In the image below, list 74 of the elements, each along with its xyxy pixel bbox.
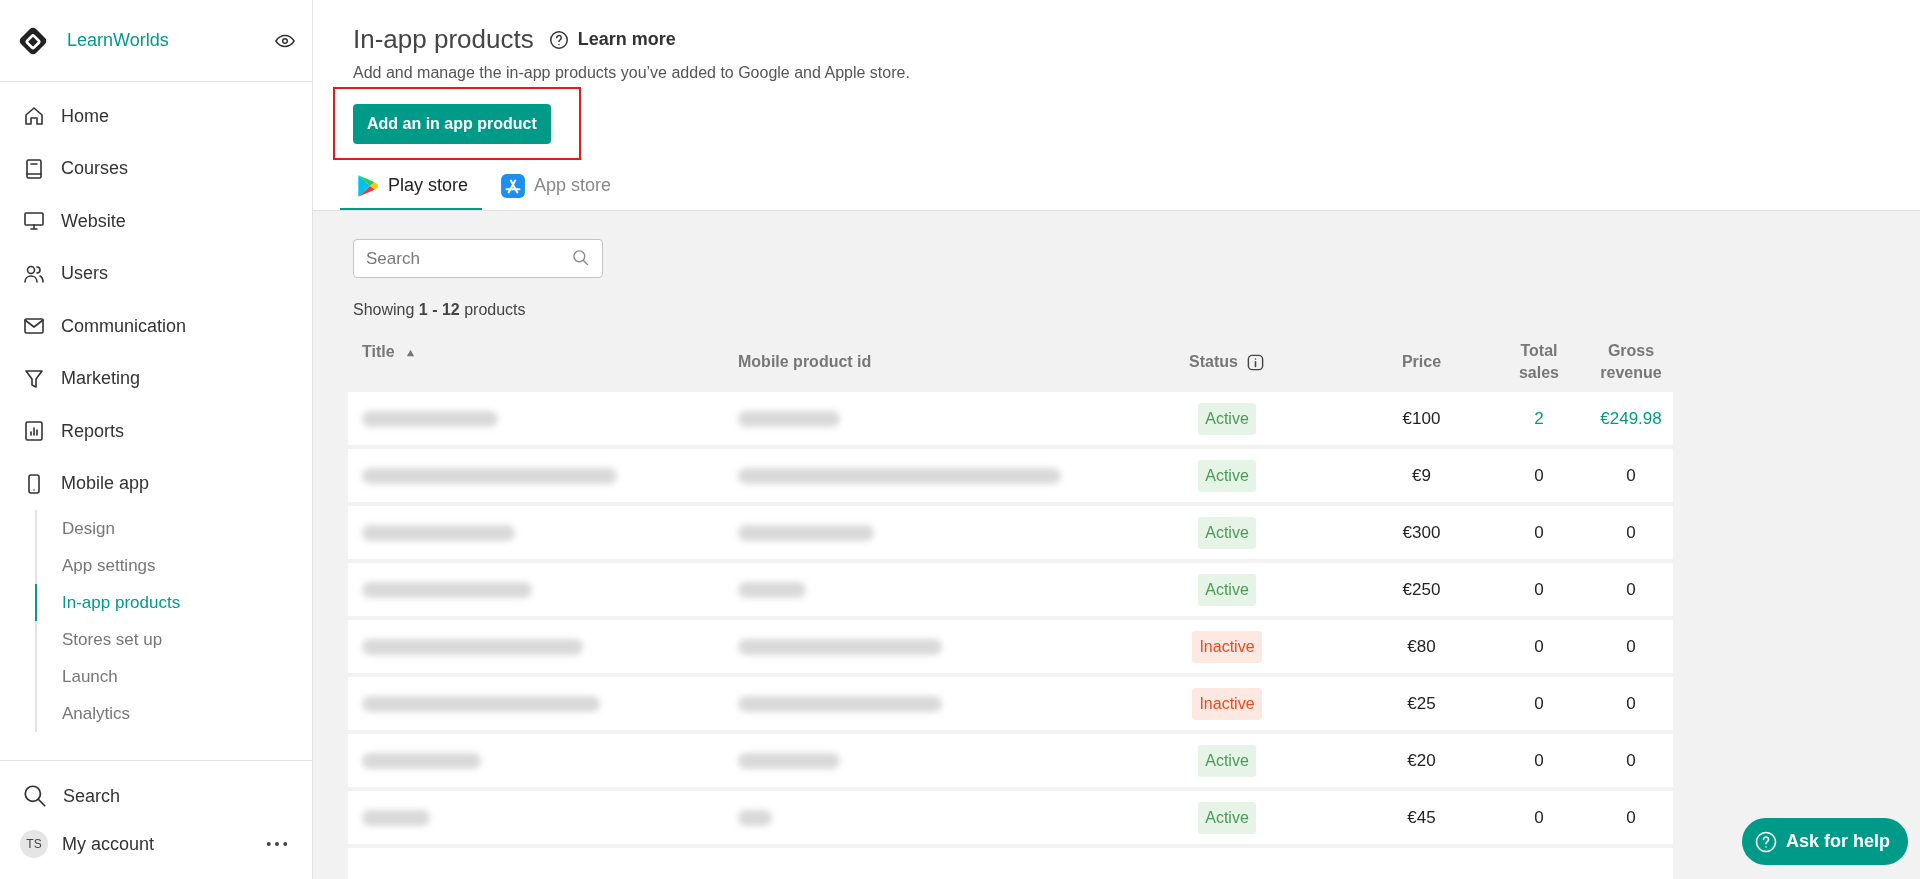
status-badge: Inactive [1192,687,1262,720]
sales-cell-text: 0 [1533,635,1545,658]
search-nav-item[interactable]: Search [0,773,312,819]
revenue-cell[interactable]: €249.98 [1589,405,1673,432]
search-field[interactable]: Search [353,239,603,278]
info-icon [1245,352,1265,372]
brand-name[interactable]: LearnWorlds [67,27,169,54]
more-icon [266,841,288,847]
column-header[interactable]: Gross revenue [1589,340,1673,384]
learn-more-link[interactable]: Learn more [547,26,676,53]
nav-item[interactable]: Marketing [0,352,312,405]
blurred-text [362,809,430,826]
price-cell-text: €20 [1406,749,1437,772]
ask-for-help-button[interactable]: Ask for help [1741,818,1908,865]
nav-item[interactable]: Website [0,195,312,248]
price-cell-text: €250 [1401,578,1442,601]
search-icon [22,783,48,809]
nav-item[interactable]: Communication [0,300,312,353]
column-header[interactable]: Status [1189,350,1238,374]
page-title: In-app products [353,23,534,56]
status-badge: Active [1198,516,1256,549]
page-subtitle: Add and manage the in-app products you’ve added to Google and Apple store. [353,63,911,83]
status-badge: Active [1198,459,1256,492]
help-icon [547,28,570,51]
blurred-text [738,809,772,826]
sales-cell-text: 0 [1533,521,1545,544]
revenue-cell-text: 0 [1625,692,1637,715]
revenue-cell-text: 0 [1625,464,1637,487]
status-badge: Active [1198,801,1256,834]
nav-item[interactable]: Users [0,247,312,300]
search-icon [571,248,591,268]
status-badge: Active [1198,402,1256,435]
price-cell-text: €300 [1401,521,1442,544]
nav-item[interactable]: Courses [0,142,312,195]
store-tab[interactable]: App store [486,163,626,210]
add-product-button[interactable]: Add an in app product [353,103,551,144]
status-badge: Active [1198,744,1256,777]
app-store-icon [500,172,527,199]
revenue-cell-text: 0 [1625,749,1637,772]
subnav-item[interactable]: Stores set up [35,621,312,658]
price-cell-text: €25 [1406,692,1437,715]
column-header[interactable]: Mobile product id [720,350,1100,374]
sales-cell-text: 0 [1533,806,1545,829]
blurred-text [738,581,806,598]
subnav-item[interactable]: Launch [35,658,312,695]
price-cell-text: €80 [1406,635,1437,658]
results-count: Showing 1 - 12 products [353,300,527,320]
subnav-item[interactable]: App settings [35,547,312,584]
column-header[interactable]: Price [1354,350,1489,374]
nav-item[interactable]: Home [0,90,312,143]
nav-item[interactable]: Mobile app [0,457,312,510]
sales-cell-text: 0 [1533,578,1545,601]
nav-item[interactable]: Reports [0,405,312,458]
help-icon [1753,829,1778,854]
price-cell-text: €45 [1406,806,1437,829]
column-header[interactable]: Title [362,340,395,364]
sales-cell-text: 0 [1533,749,1545,772]
revenue-cell-text: 0 [1625,806,1637,829]
sales-cell-text: 0 [1533,464,1545,487]
column-header[interactable]: Total sales [1489,340,1589,384]
price-cell-text: €9 [1411,464,1432,487]
price-cell-text: €100 [1401,407,1442,430]
status-badge: Inactive [1192,630,1262,663]
sales-cell-text: 0 [1533,692,1545,715]
revenue-cell-text: 0 [1625,635,1637,658]
revenue-cell-text: 0 [1625,521,1637,544]
revenue-cell-text: 0 [1625,578,1637,601]
subnav-item[interactable]: Design [35,510,312,547]
avatar[interactable]: TS [20,830,48,858]
subnav-item[interactable]: Analytics [35,695,312,732]
account-link[interactable]: My account [62,830,155,858]
chart-icon [22,419,46,444]
status-badge: Active [1198,573,1256,606]
sales-cell[interactable]: 2 [1489,405,1589,432]
